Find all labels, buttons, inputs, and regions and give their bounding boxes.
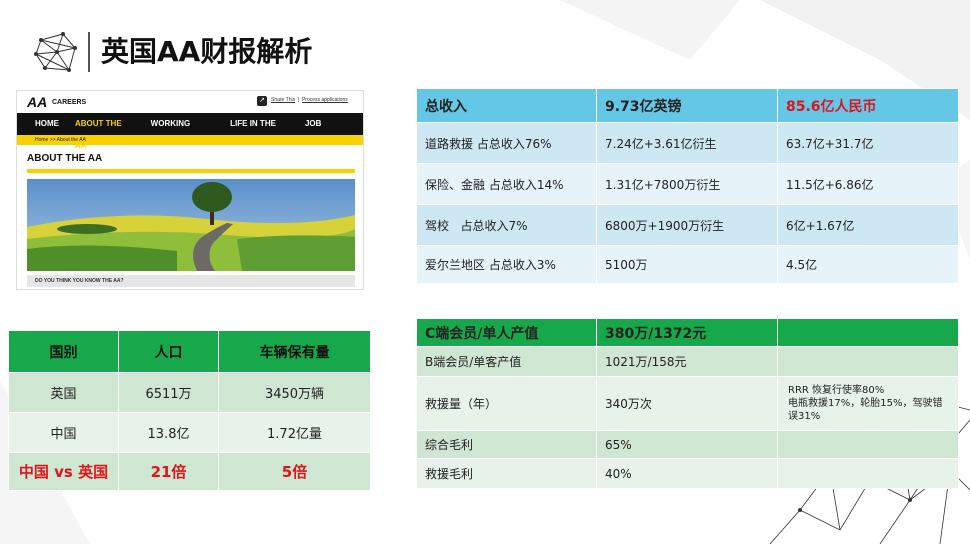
table-cell: 1021万/158元 <box>596 346 778 377</box>
landscape-photo <box>27 179 355 271</box>
aa-nav-bar: HOME ABOUT THE AA WORKING HERE LIFE IN T… <box>17 113 363 150</box>
aa-website-screenshot: AA CAREERS ↗ Share This | Process applic… <box>16 90 364 290</box>
page-title: 英国AA财报解析 <box>101 35 313 68</box>
header-cell: 85.6亿人民币 <box>777 88 959 123</box>
table-cell: 3450万辆 <box>218 372 371 413</box>
aa-section-heading: ABOUT THE AA <box>27 153 103 164</box>
table-cell: 6亿+1.67亿 <box>777 204 959 246</box>
table-cell: 爱尔兰地区 占总收入3% <box>416 245 597 284</box>
table-row: 道路救援 占总收入76% 7.24亿+3.61亿衍生 63.7亿+31.7亿 <box>416 122 959 164</box>
table-cell: 救援量（年） <box>416 376 597 431</box>
table-cell: 中国 <box>8 412 119 453</box>
breadcrumb: Home >> About the AA <box>17 135 363 145</box>
header-cell: 人口 <box>118 330 219 373</box>
table-cell: 340万次 <box>596 376 778 431</box>
header-cell: 380万/1372元 <box>596 318 778 347</box>
comparison-row: 中国 vs 英国 21倍 5倍 <box>8 452 371 491</box>
aa-accent-line <box>27 169 355 173</box>
share-icon: ↗ <box>257 96 267 106</box>
table-cell: 65% <box>596 430 778 459</box>
table-cell: 6511万 <box>118 372 219 413</box>
aa-top-bar: AA CAREERS ↗ Share This | Process applic… <box>17 91 363 113</box>
table-cell: 40% <box>596 458 778 489</box>
table-cell: 63.7亿+31.7亿 <box>777 122 959 164</box>
table-cell: 英国 <box>8 372 119 413</box>
table-cell: 5100万 <box>596 245 778 284</box>
table-header-row: C端会员/单人产值 380万/1372元 <box>416 318 959 347</box>
header-cell: 车辆保有量 <box>218 330 371 373</box>
aa-nav-about[interactable]: ABOUT THE AA <box>67 113 143 150</box>
aa-nav-home[interactable]: HOME <box>27 113 67 135</box>
table-cell: 中国 vs 英国 <box>8 452 119 491</box>
table-cell: 1.31亿+7800万衍生 <box>596 163 778 205</box>
table-row: 爱尔兰地区 占总收入3% 5100万 4.5亿 <box>416 245 959 284</box>
header-cell <box>777 318 959 347</box>
table-note-cell: RRR 恢复行使率80% 电瓶救援17%，轮胎15%，驾驶错误31% <box>777 376 959 431</box>
member-metrics-table: C端会员/单人产值 380万/1372元 B端会员/单客产值 1021万/158… <box>416 318 959 489</box>
table-row: 驾校 占总收入7% 6800万+1900万衍生 6亿+1.67亿 <box>416 204 959 246</box>
table-cell: B端会员/单客产值 <box>416 346 597 377</box>
share-link[interactable]: Share This <box>271 97 295 103</box>
table-cell: 6800万+1900万衍生 <box>596 204 778 246</box>
table-cell: 11.5亿+6.86亿 <box>777 163 959 205</box>
table-row: 综合毛利 65% <box>416 430 959 459</box>
revenue-table: 总收入 9.73亿英镑 85.6亿人民币 道路救援 占总收入76% 7.24亿+… <box>416 88 959 284</box>
table-header-row: 总收入 9.73亿英镑 85.6亿人民币 <box>416 88 959 123</box>
table-cell: 21倍 <box>118 452 219 491</box>
table-cell: 救援毛利 <box>416 458 597 489</box>
header-cell: C端会员/单人产值 <box>416 318 597 347</box>
table-header-row: 国别 人口 车辆保有量 <box>8 330 371 373</box>
table-cell: 道路救援 占总收入76% <box>416 122 597 164</box>
table-cell: 4.5亿 <box>777 245 959 284</box>
title-divider <box>88 32 90 72</box>
table-cell: 13.8亿 <box>118 412 219 453</box>
table-cell: 保险、金融 占总收入14% <box>416 163 597 205</box>
table-row: 救援量（年） 340万次 RRR 恢复行使率80% 电瓶救援17%，轮胎15%，… <box>416 376 959 431</box>
header-cell: 总收入 <box>416 88 597 123</box>
header-cell: 9.73亿英镑 <box>596 88 778 123</box>
aa-nav-job-search[interactable]: JOB SEARCH <box>297 113 363 150</box>
country-comparison-table: 国别 人口 车辆保有量 英国 6511万 3450万辆 中国 13.8亿 1.7… <box>8 330 371 491</box>
aa-nav-working-here[interactable]: WORKING HERE <box>143 113 222 150</box>
table-row: 保险、金融 占总收入14% 1.31亿+7800万衍生 11.5亿+6.86亿 <box>416 163 959 205</box>
aa-top-links: Share This | Process applications <box>271 97 348 103</box>
network-logo-icon <box>34 32 77 72</box>
aa-question-bar: DO YOU THINK YOU KNOW THE AA? <box>27 275 355 287</box>
table-cell: 1.72亿量 <box>218 412 371 453</box>
table-cell <box>777 346 959 377</box>
header-cell: 国别 <box>8 330 119 373</box>
table-cell: 驾校 占总收入7% <box>416 204 597 246</box>
table-cell: 综合毛利 <box>416 430 597 459</box>
aa-brand-label: CAREERS <box>52 99 87 106</box>
table-cell: 7.24亿+3.61亿衍生 <box>596 122 778 164</box>
table-row: 救援毛利 40% <box>416 458 959 489</box>
aa-logo: AA <box>27 94 48 110</box>
aa-nav-life[interactable]: LIFE IN THE AA <box>222 113 297 150</box>
table-row: B端会员/单客产值 1021万/158元 <box>416 346 959 377</box>
table-cell <box>777 458 959 489</box>
table-row: 中国 13.8亿 1.72亿量 <box>8 412 371 453</box>
table-cell: 5倍 <box>218 452 371 491</box>
table-cell <box>777 430 959 459</box>
table-row: 英国 6511万 3450万辆 <box>8 372 371 413</box>
process-applications-link[interactable]: Process applications <box>302 97 348 103</box>
